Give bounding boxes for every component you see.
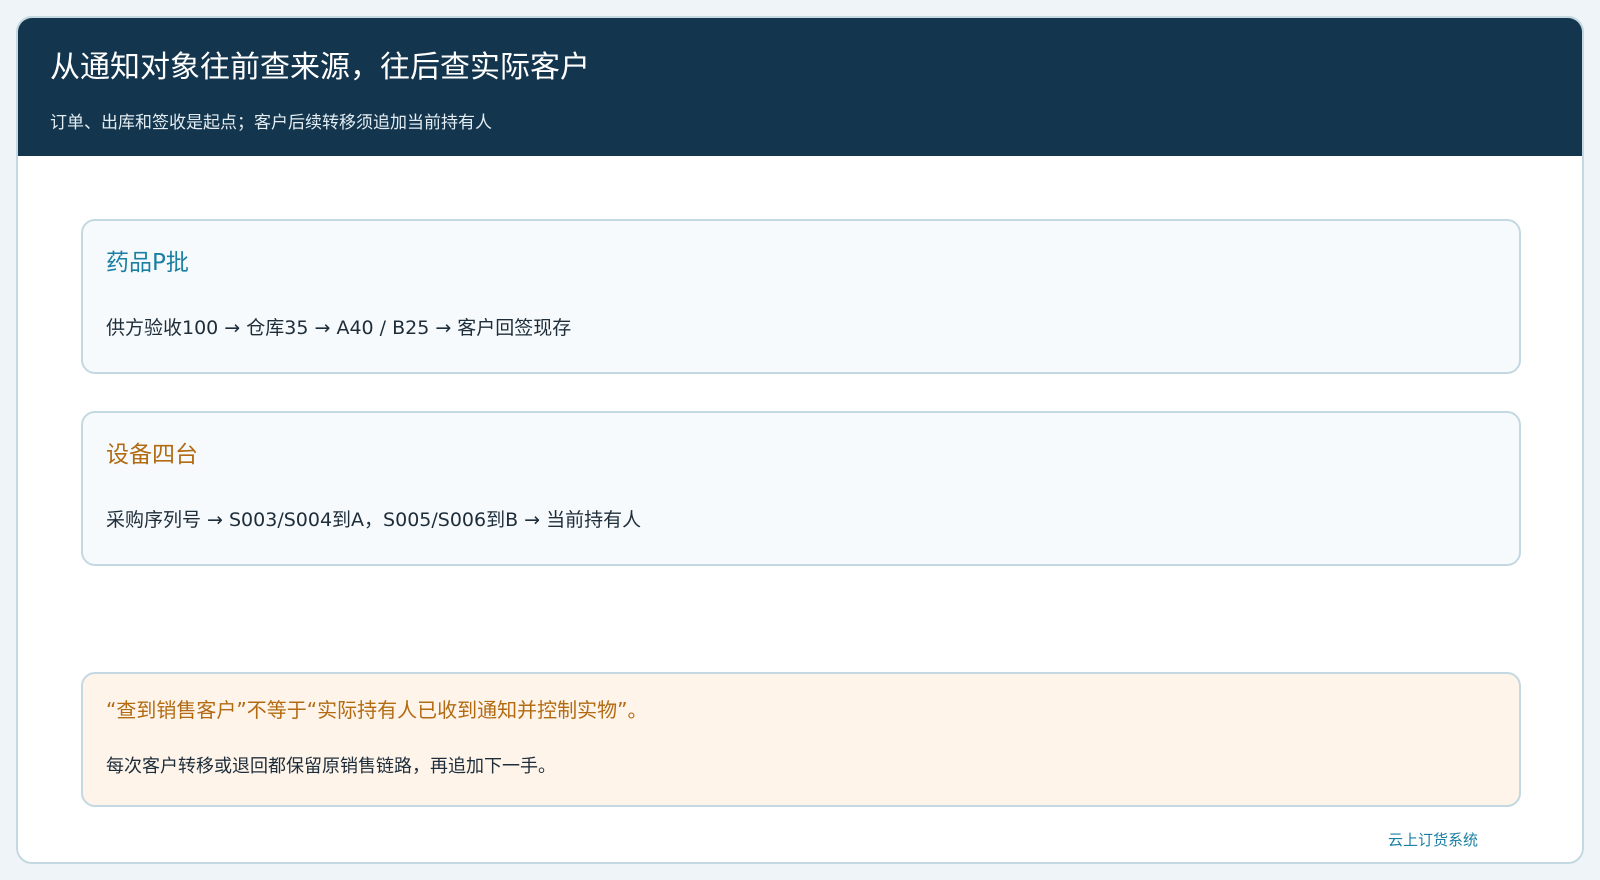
card-body-equipment: 采购序列号 → S003/S004到A，S005/S006到B → 当前持有人 [106, 509, 642, 531]
page-subtitle: 订单、出库和签收是起点；客户后续转移须追加当前持有人 [50, 113, 492, 133]
trace-card-equipment: 设备四台 采购序列号 → S003/S004到A，S005/S006到B → 当… [81, 411, 1521, 566]
card-body-drug-batch: 供方验收100 → 仓库35 → A40 / B25 → 客户回签现存 [106, 317, 572, 339]
warning-note-card: “查到销售客户”不等于“实际持有人已收到通知并控制实物”。 每次客户转移或退回都… [81, 672, 1521, 807]
app-window: 从通知对象往前查来源，往后查实际客户 订单、出库和签收是起点；客户后续转移须追加… [16, 16, 1584, 864]
warning-note-title: “查到销售客户”不等于“实际持有人已收到通知并控制实物”。 [106, 698, 648, 722]
card-title-equipment: 设备四台 [106, 442, 198, 468]
page-title: 从通知对象往前查来源，往后查实际客户 [50, 50, 590, 85]
footer-brand: 云上订货系统 [1387, 831, 1478, 849]
warning-note-body: 每次客户转移或退回都保留原销售链路，再追加下一手。 [106, 756, 556, 777]
trace-card-drug-batch: 药品P批 供方验收100 → 仓库35 → A40 / B25 → 客户回签现存 [81, 219, 1521, 374]
header-banner: 从通知对象往前查来源，往后查实际客户 订单、出库和签收是起点；客户后续转移须追加… [18, 18, 1582, 156]
card-title-drug-batch: 药品P批 [106, 250, 189, 276]
